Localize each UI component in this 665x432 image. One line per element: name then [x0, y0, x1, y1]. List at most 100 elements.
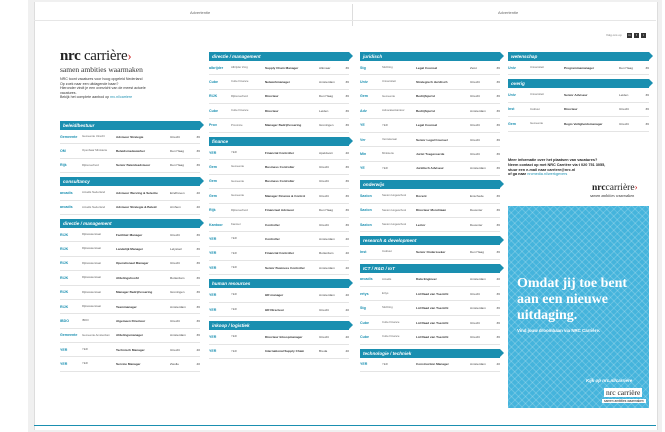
vacancy-section: finance YER YER Financial Controller Apeldoo… — [209, 136, 353, 276]
vacancy-row[interactable]: RIJK Rijkswaterstaat Facilitair Manager Utr… — [60, 228, 200, 243]
job-hours: 36 — [496, 152, 500, 157]
intro-link[interactable]: nrc.nl/carriere — [110, 95, 132, 99]
job-hours: 40 — [345, 334, 349, 339]
employer-logo: YER — [209, 293, 217, 298]
vacancy-row[interactable]: Saxion Saxion Hogeschool Docent Enschede 36 — [360, 189, 500, 204]
vacancy-row[interactable]: RIJK Rijkswaterstaat Teammanager Amsterdam 3… — [60, 300, 200, 315]
job-hours: 36 — [496, 334, 500, 339]
vacancy-row[interactable]: Stg Stichting Legal Counsel Zeist 36 — [360, 61, 500, 76]
vacancy-row[interactable]: YER YER HR Directeur Utrecht 40 — [209, 303, 349, 318]
vacancy-row[interactable]: RIJK Rijkswaterstaat Manager Bedrijfsvoeri… — [60, 286, 200, 300]
vacancy-row[interactable]: OM Openbaar Ministerie Beleidsmedewerker De… — [60, 144, 200, 159]
job-location: Breda — [319, 349, 328, 354]
vacancy-row[interactable]: Inst Instituut Directeur Utrecht 36 — [508, 103, 649, 118]
vacancy-row[interactable]: Gem Gemeente Business Controller Utrecht 36 — [209, 175, 349, 190]
employer-name: YER — [382, 361, 388, 366]
vacancy-row[interactable]: Rijk Rijksoverheid Financieel Adviseur Den … — [209, 204, 349, 218]
vacancy-row[interactable]: YER YER Directeur Inkoopmanager Utrecht 40 — [209, 330, 349, 345]
vacancy-row[interactable]: Cube Cube Finance Netwerkmanager Amsterdam 3… — [209, 75, 349, 90]
vacancy-row[interactable]: albrijder Albrijder Zorg Supply Chain Mana… — [209, 61, 349, 76]
employer-logo: RIJK — [60, 275, 69, 280]
intro-line: NRC toont vacatures voor hoog opgeleid N… — [60, 77, 143, 81]
job-title: Manager Bedrijfsvoering — [116, 290, 153, 295]
vacancy-row[interactable]: YE YER Legal Counsel Utrecht 36 — [360, 119, 500, 133]
vacancy-row[interactable]: Univ Universiteit Programmamanager Den Haag… — [508, 61, 649, 76]
vacancy-row[interactable]: Min Ministerie Jurist Toegevoerde Utrecht 36 — [360, 147, 500, 162]
vacancy-row[interactable]: Saxion Saxion Hogeschool Lector Deventer 36 — [360, 218, 500, 233]
vacancy-row[interactable]: Cube Cube Finance Lid Raad van Toezicht Utr… — [360, 330, 500, 345]
vacancy-row[interactable]: YE YER Juridisch Adviseur Amsterdam 36 — [360, 162, 500, 177]
contact-link[interactable]: nrcmedia.nl/werkgevers — [527, 172, 567, 176]
vacancy-row[interactable]: Inst Instituut Senior Onderzoeker Den Haag 3… — [360, 245, 500, 260]
vacancy-row[interactable]: arcadis Arcadis Nederland Adviseur Werving… — [60, 186, 200, 201]
job-location: Utrecht — [170, 318, 180, 323]
vacancy-row[interactable]: Gem Gemeente Bedrijfsjurist Utrecht 36 — [360, 90, 500, 105]
vacancy-row[interactable]: YER YER Senior Business Controller Amsterda… — [209, 261, 349, 276]
employer-logo: RIJK — [209, 94, 218, 99]
vacancy-row[interactable]: Gem Gemeente Manager Finance & Control Utre… — [209, 189, 349, 204]
vacancy-row[interactable]: YER YER Financial Controller Rotterdam 40 — [209, 247, 349, 262]
vacancy-row[interactable]: YER YER Construction Manager Amsterdam 40 — [360, 358, 500, 373]
vacancy-row[interactable]: ertys Ertys Lid Raad van Toezicht Utrecht 36 — [360, 287, 500, 302]
linkedin-icon[interactable]: in — [627, 33, 632, 38]
vacancy-row[interactable]: Univ Universiteit Senior Adviseur Leiden 36 — [508, 88, 649, 103]
vacancy-row[interactable]: RIJK Rijkswaterstaat Landelijk Manager Lely… — [60, 242, 200, 257]
vacancy-row[interactable]: Cube Cube Finance Lid Raad van Toezicht Utr… — [360, 316, 500, 331]
job-title: Operationeel Manager — [116, 261, 149, 266]
vacancy-row[interactable]: Kantoor Kantoor Controller Utrecht 36 — [209, 218, 349, 233]
promo-link[interactable]: Kijk op nrc.nl/carriere — [586, 378, 632, 383]
vacancy-row[interactable]: Univ Universiteit Strategisch Juridisch Utr… — [360, 75, 500, 90]
job-location: Utrecht — [319, 222, 329, 227]
vacancy-row[interactable]: Gem Gemeente Business Controller Utrecht 36 — [209, 160, 349, 175]
employer-logo: YER — [209, 150, 217, 155]
section-header: inkoop / logistiek — [209, 321, 353, 331]
employer-logo: Min — [360, 152, 367, 157]
vacancy-row[interactable]: YER YER Service Manager Zwolle 40 — [60, 357, 200, 372]
vacancy-row[interactable]: Saxion Saxion Hogeschool Directeur Mondria… — [360, 204, 500, 218]
job-hours: 40 — [196, 362, 200, 367]
employer-logo: RIJK — [60, 232, 69, 237]
vacancy-row[interactable]: RIJK Rijksoverheid Directeur Den Haag 36 — [209, 90, 349, 105]
vacancy-row[interactable]: Gemeente Gemeente Utrecht Adviseur Strateg… — [60, 130, 200, 145]
vacancy-row[interactable]: RIJK Rijkswaterstaat Operationeel Manager U… — [60, 257, 200, 272]
employer-logo: Univ — [360, 80, 368, 85]
job-title: Beleidsmedewerker — [116, 149, 146, 154]
vacancy-row[interactable]: Adv Advocatenkantoor Bedrijfsjurist Amsterd… — [360, 104, 500, 119]
job-hours: 36 — [496, 80, 500, 85]
employer-name: Kantoor — [231, 221, 241, 226]
employer-name: Rijkswaterstaat — [82, 231, 101, 236]
job-title: Financial Controller — [265, 251, 295, 256]
job-hours: 36 — [496, 65, 500, 70]
vacancy-row[interactable]: YER YER Financial Controller Apeldoorn 40 — [209, 146, 349, 161]
vacancy-row[interactable]: YER YER International Supply Chain Breda 40 — [209, 345, 349, 360]
employer-name: Instituut — [382, 249, 392, 254]
vacancy-row[interactable]: YER YER Technisch Manager Utrecht 40 — [60, 343, 200, 358]
employer-logo: Saxion — [360, 193, 372, 198]
job-title: Docent — [416, 193, 427, 198]
facebook-icon[interactable]: f — [634, 33, 639, 38]
vacancy-row[interactable]: RIJK Rijkswaterstaat Afdelingshoofd Rotterd… — [60, 271, 200, 286]
promo-tagline: samen ambities waarmaken — [602, 399, 646, 403]
vacancy-row[interactable]: IBDO IBDO Algemeen Directeur Utrecht 36 — [60, 314, 200, 329]
job-hours: 36 — [345, 208, 349, 213]
vacancy-row[interactable]: Stg Stichting Lid Raad van Toezicht Amsterd… — [360, 301, 500, 316]
vacancy-row[interactable]: Gemeente Gemeente Amsterdam Afdelingsmanag… — [60, 329, 200, 344]
job-hours: 36 — [345, 65, 349, 70]
vacancy-row[interactable]: arcadis Arcadis Nederland Adviseur Strateg… — [60, 201, 200, 215]
employer-name: Rijkswaterstaat — [82, 275, 101, 280]
promo-banner[interactable]: Omdat jij toe bent aan een nieuwe uitdag… — [508, 206, 649, 408]
vacancy-row[interactable]: Rijk Rijksoverheid Senior Beleidsadviseur D… — [60, 159, 200, 174]
vacancy-row[interactable]: Cube Cube Finance Directeur Leiden 36 — [209, 104, 349, 119]
employer-logo: Stg — [360, 65, 366, 70]
vacancy-row[interactable]: Gem Gemeente Regio Veiligheidsmanager Utrec… — [508, 117, 649, 132]
twitter-icon[interactable]: t — [641, 33, 646, 38]
vacancy-row[interactable]: YER YER Controller Amsterdam 40 — [209, 232, 349, 247]
advertentie-label-right: Advertentie — [498, 10, 519, 15]
vacancy-row[interactable]: Prov Provincie Manager Bedrijfsvoering Gron… — [209, 119, 349, 133]
contact-info: Meer informatie over het plaatsen van va… — [508, 158, 628, 177]
vacancy-row[interactable]: Ver Verzekeraar Senior Legal Counsel Utrech… — [360, 133, 500, 148]
vacancy-row[interactable]: arcadis Arcadis Data Engineer Amsterdam 40 — [360, 273, 500, 288]
section-header: juridisch — [360, 52, 504, 61]
vacancy-row[interactable]: YER YER HR manager Amsterdam 40 — [209, 288, 349, 303]
job-title: Senior Onderzoeker — [416, 249, 446, 254]
